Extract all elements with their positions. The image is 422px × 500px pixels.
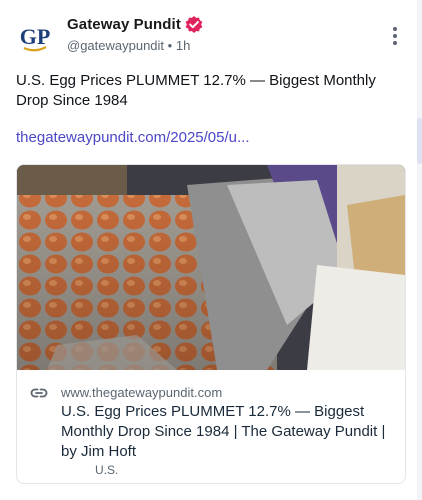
meta-separator: • [167, 38, 173, 53]
link-description: U.S. [95, 463, 119, 477]
verified-badge-icon [185, 16, 203, 33]
link-preview-body: www.thegatewaypundit.com U.S. Egg Prices… [17, 370, 405, 483]
gateway-pundit-logo-avatar[interactable]: GP [16, 18, 54, 56]
scrollbar-thumb[interactable] [417, 118, 422, 164]
eggs-cartons-photo [17, 165, 405, 370]
link-title[interactable]: U.S. Egg Prices PLUMMET 12.7% — Biggest … [61, 402, 397, 462]
post-text: U.S. Egg Prices PLUMMET 12.7% — Biggest … [16, 72, 376, 109]
link-chain-icon [30, 388, 48, 398]
post-timestamp[interactable]: 1h [176, 38, 190, 53]
link-domain: www.thegatewaypundit.com [61, 385, 223, 400]
svg-text:GP: GP [20, 24, 51, 49]
author-name[interactable]: Gateway Pundit [67, 16, 181, 33]
author-handle[interactable]: @gatewaypundit [67, 38, 164, 53]
post-card: GP Gateway Pundit @gatewaypundit • 1h U.… [0, 0, 422, 500]
scrollbar-track[interactable] [417, 0, 422, 500]
author-meta: @gatewaypundit • 1h [67, 38, 190, 53]
more-options-icon[interactable] [385, 24, 405, 48]
link-preview-card[interactable]: www.thegatewaypundit.com U.S. Egg Prices… [16, 164, 406, 484]
post-link[interactable]: thegatewaypundit.com/2025/05/u... [16, 128, 250, 148]
